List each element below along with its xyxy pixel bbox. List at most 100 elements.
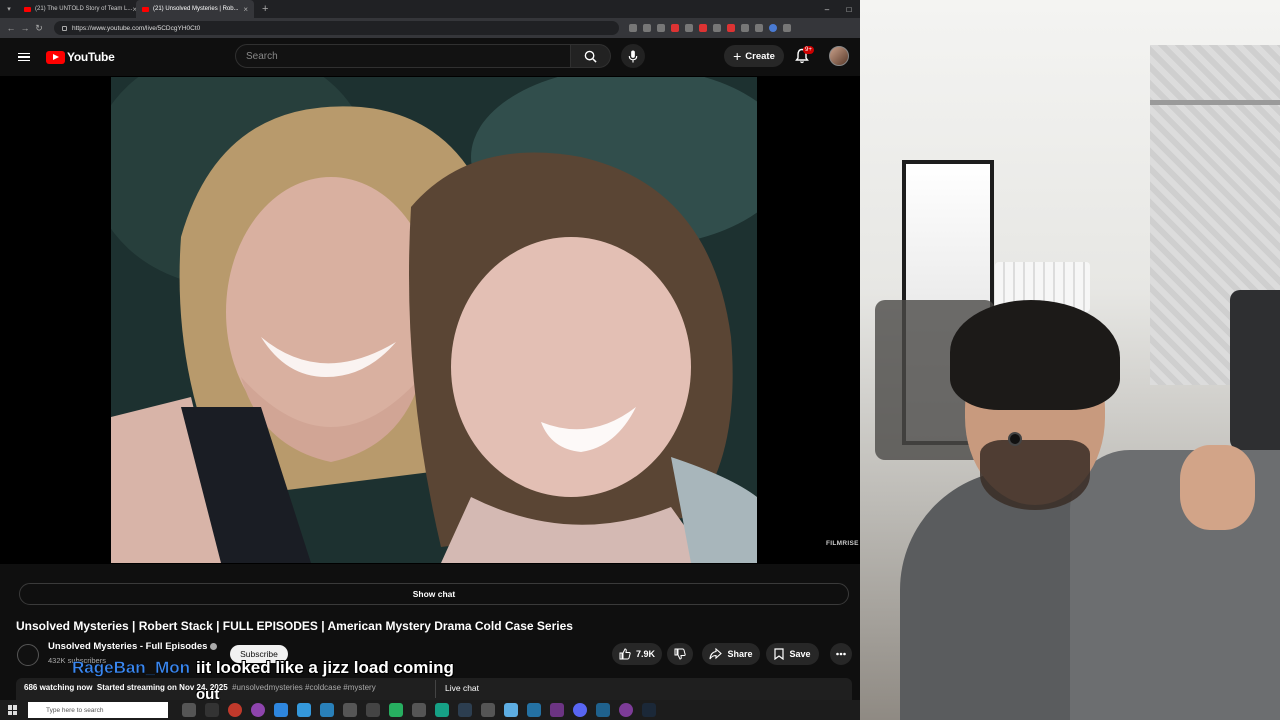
app-icon[interactable] [481,703,495,717]
app-icon[interactable] [619,703,633,717]
app-icon[interactable] [435,703,449,717]
video-still-image [111,77,757,563]
window-controls: – □ [816,5,860,14]
app-icon[interactable] [504,703,518,717]
tab-search-icon[interactable]: ▾ [0,0,18,18]
file-explorer-icon[interactable] [274,703,288,717]
like-button[interactable]: 7.9K [612,643,662,665]
webcam-shelf [1150,100,1280,105]
webcam-person-hair [950,300,1120,410]
app-icon[interactable] [550,703,564,717]
taskbar-search-input[interactable]: Type here to search [28,702,168,718]
zoom-icon[interactable] [643,24,651,32]
extension-icon[interactable] [741,24,749,32]
channel-name[interactable]: Unsolved Mysteries - Full Episodes [48,641,218,652]
voice-search-button[interactable] [621,44,645,68]
minimize-icon[interactable]: – [816,5,838,14]
share-button[interactable]: Share [702,643,760,665]
plus-icon: + [733,48,742,64]
app-icon[interactable] [320,703,334,717]
forward-icon[interactable]: → [18,23,32,33]
save-label: Save [789,649,811,659]
extension-icon[interactable] [713,24,721,32]
overlay-chat-username: RageBan_Mon [72,658,191,677]
hashtags: #unsolvedmysteries #coldcase #mystery [232,683,376,692]
live-chat-label[interactable]: Live chat [445,683,479,693]
notification-count-badge: 9+ [803,46,814,54]
app-icon[interactable] [205,703,219,717]
site-info-icon[interactable] [62,25,67,31]
tab-unsolved-mysteries[interactable]: (21) Unsolved Mysteries | Rob... × [136,0,254,18]
account-avatar[interactable] [829,46,849,66]
app-icon[interactable] [389,703,403,717]
share-label: Share [727,649,753,659]
extension-icon[interactable] [671,24,679,32]
app-icon[interactable] [412,703,426,717]
youtube-masthead: YouTube Search + Create 9+ [0,38,860,76]
extension-icon[interactable] [727,24,735,32]
verified-icon [210,642,218,650]
search-icon [584,50,597,63]
app-icon[interactable] [527,703,541,717]
save-button[interactable]: Save [766,643,819,665]
profile-icon[interactable] [769,24,777,32]
edge-icon[interactable] [297,703,311,717]
divider [435,680,436,698]
app-icon[interactable] [458,703,472,717]
bookmark-star-icon[interactable] [657,24,665,32]
menu-dots-icon[interactable] [783,24,791,32]
new-tab-button[interactable]: + [254,3,276,15]
search-input[interactable]: Search [235,44,571,68]
channel-avatar[interactable] [17,644,39,666]
youtube-favicon-icon [142,6,149,12]
webcam-person-hand [1180,445,1255,530]
windows-start-icon[interactable] [8,705,18,715]
search-area: Search [235,44,645,68]
show-chat-button[interactable]: Show chat [19,583,849,605]
youtube-play-icon [46,50,65,64]
tab-bar: ▾ (21) The UNTOLD Story of Team L... × (… [0,0,860,18]
extension-icon[interactable] [699,24,707,32]
reload-icon[interactable]: ↻ [32,23,46,34]
app-icon[interactable] [366,703,380,717]
youtube-logo[interactable]: YouTube [46,50,115,64]
screen: ▾ (21) The UNTOLD Story of Team L... × (… [0,0,1280,720]
more-actions-button[interactable] [830,643,852,665]
maximize-icon[interactable]: □ [838,5,860,14]
address-bar-row: ← → ↻ https://www.youtube.com/live/5CDcg… [0,18,860,38]
watching-count: 686 watching now [24,683,93,692]
tab-title: (21) Unsolved Mysteries | Rob... [153,6,239,12]
overlay-chat-message: iit looked like a jizz load coming [196,658,454,677]
search-button[interactable] [571,44,611,68]
app-icon[interactable] [251,703,265,717]
windows-taskbar: Type here to search [0,700,860,720]
install-app-icon[interactable] [629,24,637,32]
video-player[interactable]: FILMRISE [0,76,860,564]
back-icon[interactable]: ← [4,23,18,33]
tab-untold-story[interactable]: (21) The UNTOLD Story of Team L... × [18,0,136,18]
extension-icon[interactable] [685,24,693,32]
close-tab-icon[interactable]: × [243,5,248,14]
video-frame [111,77,757,563]
microphone-icon [628,49,638,63]
steam-icon[interactable] [642,703,656,717]
create-label: Create [745,50,775,62]
extensions-puzzle-icon[interactable] [755,24,763,32]
app-icon[interactable] [343,703,357,717]
menu-icon[interactable] [18,52,30,62]
extension-icons [629,24,791,32]
dislike-button[interactable] [667,643,693,665]
webcam-bag [1230,290,1280,450]
app-icon[interactable] [596,703,610,717]
create-button[interactable]: + Create [724,45,784,67]
thumbs-up-icon [619,648,631,660]
url-field[interactable]: https://www.youtube.com/live/5CDcgYH0Ct0 [54,21,619,35]
chrome-icon[interactable] [228,703,242,717]
video-title: Unsolved Mysteries | Robert Stack | FULL… [16,619,573,633]
discord-icon[interactable] [573,703,587,717]
like-count: 7.9K [635,649,655,659]
url-text: https://www.youtube.com/live/5CDcgYH0Ct0 [72,24,201,32]
overlay-chat-message-continued: out [196,686,220,700]
webcam-earbud [1008,432,1022,446]
task-view-icon[interactable] [182,703,196,717]
